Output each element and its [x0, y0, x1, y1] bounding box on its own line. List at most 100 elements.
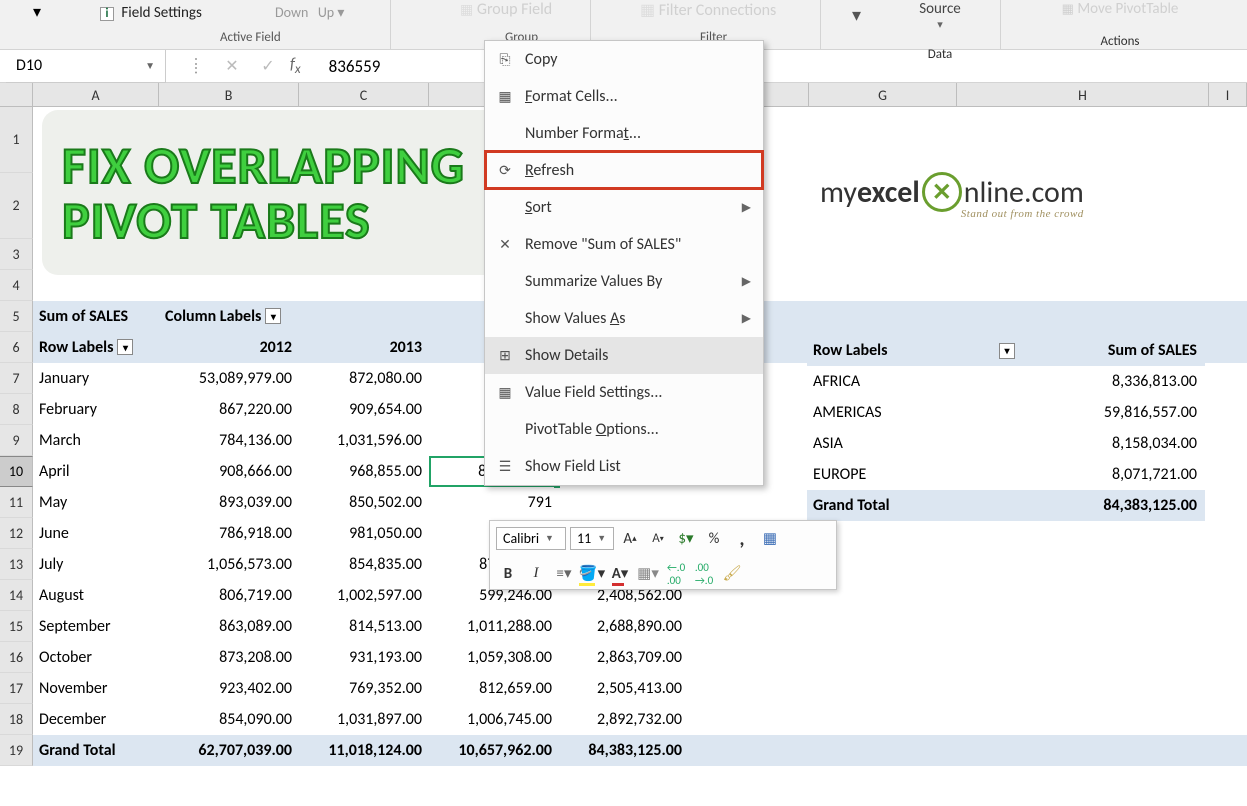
- cell[interactable]: [1209, 580, 1247, 611]
- cell[interactable]: [1209, 456, 1247, 487]
- cell[interactable]: [1209, 425, 1247, 456]
- menu-item-show-field-list[interactable]: ☰Show Field List: [485, 448, 763, 485]
- cell[interactable]: [689, 487, 809, 518]
- menu-item-number-format[interactable]: Number Format...: [485, 115, 763, 152]
- row-header[interactable]: 15: [0, 611, 33, 642]
- month-label[interactable]: June: [33, 518, 159, 549]
- cell[interactable]: [809, 611, 957, 642]
- gt-value[interactable]: 11,018,124.00: [299, 735, 429, 766]
- column-header[interactable]: [0, 83, 33, 107]
- menu-item-summarize-values-by[interactable]: Summarize Values By▶: [485, 263, 763, 300]
- align-button[interactable]: ≡▾: [552, 562, 576, 586]
- pt2-region[interactable]: AMERICAS: [807, 397, 1021, 428]
- cell[interactable]: [689, 704, 809, 735]
- cell[interactable]: [957, 673, 1209, 704]
- value-cell[interactable]: 786,918.00: [159, 518, 299, 549]
- menu-item-value-field-settings[interactable]: ▦Value Field Settings...: [485, 374, 763, 411]
- value-cell[interactable]: 769,352.00: [299, 673, 429, 704]
- month-label[interactable]: September: [33, 611, 159, 642]
- value-cell[interactable]: 812,659.00: [429, 673, 559, 704]
- font-color-button[interactable]: A▾: [608, 562, 632, 586]
- cell[interactable]: [809, 735, 957, 766]
- format-painter-button[interactable]: 🖌: [720, 562, 744, 586]
- comma-button[interactable]: ,: [730, 527, 754, 551]
- value-cell[interactable]: 53,089,979.00: [159, 363, 299, 394]
- filter-icon[interactable]: ▾: [265, 308, 281, 324]
- value-cell[interactable]: [559, 487, 689, 518]
- menu-item-format-cells[interactable]: ▦Format Cells...: [485, 78, 763, 115]
- cell[interactable]: [809, 704, 957, 735]
- value-cell[interactable]: 968,855.00: [299, 456, 429, 487]
- year-2012[interactable]: 2012: [159, 332, 299, 363]
- month-label[interactable]: January: [33, 363, 159, 394]
- cell[interactable]: [1209, 332, 1247, 363]
- cell[interactable]: [957, 239, 1209, 270]
- borders-button[interactable]: ▦▾: [636, 562, 660, 586]
- value-cell[interactable]: 893,039.00: [159, 487, 299, 518]
- font-selector[interactable]: Calibri▼: [496, 527, 566, 550]
- context-menu[interactable]: ⎘Copy▦Format Cells...Number Format...⟳Re…: [484, 40, 764, 486]
- dropdown-caret[interactable]: ▾: [852, 4, 861, 26]
- cancel-button[interactable]: ✕: [214, 53, 250, 79]
- grow-font-button[interactable]: A▴: [618, 527, 642, 551]
- mini-toolbar[interactable]: Calibri▼ 11▼ A▴ A▾ $▾ % , ▦ B I ≡▾ 🪣▾ A▾…: [489, 520, 837, 590]
- cell[interactable]: [689, 611, 809, 642]
- row-header[interactable]: 10: [0, 456, 33, 487]
- cell[interactable]: [809, 301, 957, 332]
- month-label[interactable]: February: [33, 394, 159, 425]
- column-header[interactable]: G: [809, 83, 957, 107]
- value-cell[interactable]: 1,006,745.00: [429, 704, 559, 735]
- cell[interactable]: [1209, 487, 1247, 518]
- bold-button[interactable]: B: [496, 562, 520, 586]
- cell[interactable]: [689, 673, 809, 704]
- row-header[interactable]: 4: [0, 270, 33, 301]
- cell[interactable]: [957, 549, 1209, 580]
- cell[interactable]: [957, 704, 1209, 735]
- month-label[interactable]: November: [33, 673, 159, 704]
- grand-total-label[interactable]: Grand Total: [33, 735, 159, 766]
- enter-button[interactable]: ✓: [250, 53, 286, 79]
- menu-item-remove-sum-of-sales[interactable]: ✕Remove "Sum of SALES": [485, 226, 763, 263]
- month-label[interactable]: December: [33, 704, 159, 735]
- value-cell[interactable]: 873,208.00: [159, 642, 299, 673]
- value-cell[interactable]: 2,863,709.00: [559, 642, 689, 673]
- value-cell[interactable]: 854,835.00: [299, 549, 429, 580]
- row-header[interactable]: 9: [0, 425, 33, 456]
- cell[interactable]: [1209, 673, 1247, 704]
- pt2-row-labels[interactable]: Row Labels▾: [807, 335, 1021, 366]
- merge-button[interactable]: ▦: [758, 527, 782, 551]
- cell[interactable]: [1209, 173, 1247, 239]
- row-header[interactable]: 14: [0, 580, 33, 611]
- value-cell[interactable]: 2,688,890.00: [559, 611, 689, 642]
- value-cell[interactable]: 908,666.00: [159, 456, 299, 487]
- cell[interactable]: [1209, 518, 1247, 549]
- filter-icon[interactable]: ▾: [117, 339, 133, 355]
- cell[interactable]: [957, 270, 1209, 301]
- menu-item-show-details[interactable]: ⊞Show Details: [485, 337, 763, 374]
- menu-item-refresh[interactable]: ⟳Refresh: [485, 152, 763, 189]
- row-header[interactable]: 11: [0, 487, 33, 518]
- pivot-table-2[interactable]: Row Labels▾Sum of SALESAFRICA8,336,813.0…: [807, 335, 1205, 521]
- row-header[interactable]: 8: [0, 394, 33, 425]
- row-header[interactable]: 2: [0, 173, 33, 239]
- value-cell[interactable]: 863,089.00: [159, 611, 299, 642]
- value-cell[interactable]: 784,136.00: [159, 425, 299, 456]
- menu-item-pivottable-options[interactable]: PivotTable Options...: [485, 411, 763, 448]
- value-cell[interactable]: 854,090.00: [159, 704, 299, 735]
- row-header[interactable]: 7: [0, 363, 33, 394]
- value-cell[interactable]: 872,080.00: [299, 363, 429, 394]
- cell[interactable]: [1209, 270, 1247, 301]
- shrink-font-button[interactable]: A▾: [646, 527, 670, 551]
- cell[interactable]: [689, 735, 809, 766]
- cell[interactable]: [1209, 363, 1247, 394]
- value-cell[interactable]: 981,050.00: [299, 518, 429, 549]
- row-header[interactable]: 1: [0, 107, 33, 173]
- row-header[interactable]: 19: [0, 735, 33, 766]
- gt-value[interactable]: 84,383,125.00: [559, 735, 689, 766]
- value-cell[interactable]: 867,220.00: [159, 394, 299, 425]
- value-cell[interactable]: 931,193.00: [299, 642, 429, 673]
- menu-item-sort[interactable]: Sort▶: [485, 189, 763, 226]
- percent-button[interactable]: %: [702, 527, 726, 551]
- cell[interactable]: [809, 107, 957, 173]
- row-header[interactable]: 12: [0, 518, 33, 549]
